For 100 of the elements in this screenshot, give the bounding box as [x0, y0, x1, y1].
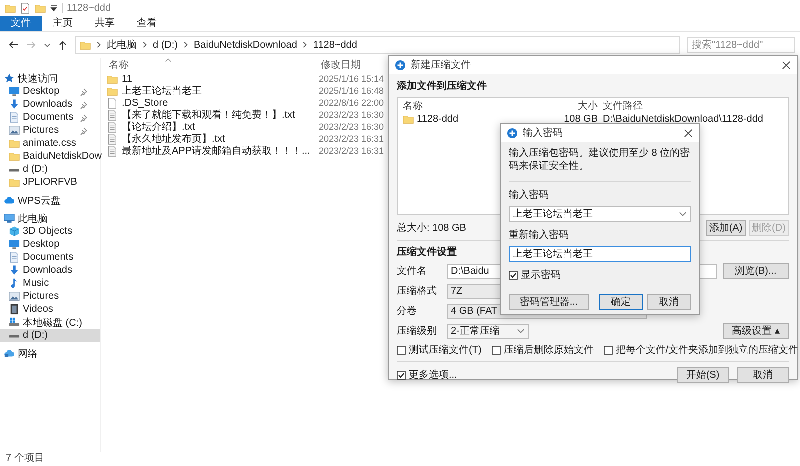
- password-dropdown[interactable]: 上老王论坛当老王: [509, 206, 691, 222]
- close-button[interactable]: [782, 60, 791, 70]
- checkbox[interactable]: [492, 346, 501, 354]
- sidebar-item[interactable]: animate.css: [0, 137, 100, 150]
- checkbox[interactable]: [509, 270, 518, 280]
- sidebar-item[interactable]: Desktop: [0, 238, 100, 251]
- breadcrumb-item[interactable]: 1128~ddd: [313, 40, 358, 50]
- dialog-title: 新建压缩文件: [411, 58, 472, 72]
- back-arrow-icon: [8, 40, 19, 50]
- column-header[interactable]: 修改日期: [321, 58, 361, 72]
- chevron-icon: [302, 41, 308, 49]
- folder-icon: [9, 177, 20, 188]
- sidebar-item[interactable]: d (D:): [0, 329, 100, 342]
- plus-circle-icon: [507, 128, 518, 138]
- checkbox-label[interactable]: 压缩后删除原始文件: [504, 343, 594, 357]
- window-title: 1128~ddd: [67, 2, 112, 14]
- file-name[interactable]: 【永久地址发布页】.txt: [122, 132, 226, 146]
- date-modified: 2023/2/23 16:30: [319, 122, 384, 132]
- sidebar-item[interactable]: Pictures: [0, 290, 100, 303]
- breadcrumb-item[interactable]: d (D:): [153, 40, 178, 50]
- password-field[interactable]: 上老王论坛当老王: [509, 246, 691, 262]
- action-button[interactable]: 高级设置 ▴: [723, 323, 789, 339]
- file-name[interactable]: .DS_Store: [122, 98, 168, 108]
- section-heading: 压缩文件设置: [397, 246, 457, 259]
- checkbox-label[interactable]: 显示密码: [521, 268, 561, 282]
- dialog-title: 输入密码: [523, 126, 564, 140]
- sidebar-item[interactable]: 3D Objects: [0, 225, 100, 238]
- checkbox[interactable]: [397, 370, 406, 380]
- date-modified: 2023/2/23 16:31: [319, 146, 384, 156]
- sidebar-item[interactable]: BaiduNetdiskDow: [0, 150, 100, 163]
- search-field[interactable]: 搜索"1128~ddd": [687, 37, 795, 53]
- forward-arrow-icon: [26, 40, 37, 50]
- breadcrumb-item[interactable]: BaiduNetdiskDownload: [194, 40, 298, 50]
- sidebar-item[interactable]: JPLIORFVB: [0, 176, 100, 189]
- sidebar-item[interactable]: WPS云盘: [0, 194, 100, 207]
- ribbon-tab[interactable]: 查看: [126, 16, 168, 31]
- sidebar-item[interactable]: Documents: [0, 251, 100, 264]
- file-name[interactable]: 【论坛介绍】.txt: [122, 120, 196, 134]
- date-modified: 2025/1/16 16:48: [319, 86, 384, 96]
- ribbon-tab[interactable]: 共享: [84, 16, 126, 31]
- sidebar-item[interactable]: Music: [0, 277, 100, 290]
- sidebar-item[interactable]: Pictures: [0, 124, 100, 137]
- sidebar-item[interactable]: 快速访问: [0, 72, 100, 85]
- dialog-button[interactable]: 开始(S): [677, 367, 729, 383]
- checkbox-label[interactable]: 把每个文件/文件夹添加到独立的压缩文件: [616, 343, 799, 357]
- dialog-button[interactable]: 取消: [737, 367, 789, 383]
- folder-icon: [107, 74, 118, 84]
- checkbox-label[interactable]: 测试压缩文件(T): [409, 343, 482, 357]
- field-label: 重新输入密码: [509, 228, 570, 242]
- sidebar-item[interactable]: 网络: [0, 347, 100, 360]
- sidebar-item[interactable]: Videos: [0, 303, 100, 316]
- network-icon: [4, 348, 15, 359]
- chevron-icon: [183, 41, 189, 49]
- ribbon-tab[interactable]: 主页: [42, 16, 84, 31]
- action-button[interactable]: 浏览(B)...: [723, 263, 789, 279]
- up-arrow-icon: [58, 40, 68, 50]
- date-modified: 2023/2/23 16:31: [319, 134, 384, 144]
- dialog-button[interactable]: 确定: [599, 294, 643, 310]
- column-header[interactable]: 名称: [403, 98, 548, 112]
- film-icon: [9, 304, 20, 315]
- sidebar-item[interactable]: d (D:): [0, 163, 100, 176]
- sidebar-item[interactable]: Documents: [0, 111, 100, 124]
- caret-icon: [44, 42, 51, 48]
- dialog-button[interactable]: 取消: [647, 294, 691, 310]
- column-header[interactable]: 文件路径: [603, 98, 783, 112]
- column-header[interactable]: 大小: [548, 98, 603, 112]
- sidebar-item[interactable]: 本地磁盘 (C:): [0, 316, 100, 329]
- dialog-button[interactable]: 密码管理器...: [509, 294, 589, 310]
- sidebar-item[interactable]: Downloads: [0, 98, 100, 111]
- sidebar-item[interactable]: 此电脑: [0, 212, 100, 225]
- file-name[interactable]: 【来了就能下载和观看！纯免费！】.txt: [122, 108, 296, 122]
- breadcrumb-item[interactable]: 此电脑: [107, 38, 137, 52]
- checkbox[interactable]: [604, 346, 613, 354]
- ribbon-tab[interactable]: 文件: [0, 16, 42, 31]
- address-bar[interactable]: 此电脑 d (D:) BaiduNetdiskDownload 1128~ddd: [75, 36, 680, 54]
- document-icon: [9, 112, 20, 123]
- sidebar-item[interactable]: Desktop: [0, 85, 100, 98]
- text-file-icon: [107, 134, 118, 144]
- text-file-icon: [107, 122, 118, 132]
- date-modified: 2023/2/23 16:30: [319, 110, 384, 120]
- column-header[interactable]: 名称: [109, 58, 129, 72]
- dropdown[interactable]: 2-正常压缩: [447, 324, 529, 338]
- date-modified: 2025/1/16 15:14: [319, 74, 384, 84]
- cloud-icon: [4, 195, 15, 206]
- cube-icon: [9, 226, 20, 237]
- picture-icon: [9, 291, 20, 302]
- checkbox-label[interactable]: 更多选项...: [409, 368, 458, 382]
- drive-icon: [9, 317, 20, 328]
- section-heading: 添加文件到压缩文件: [397, 80, 487, 93]
- file-name[interactable]: 最新地址及APP请发邮箱自动获取！！！...: [122, 144, 310, 158]
- file-name[interactable]: 上老王论坛当老王: [122, 84, 202, 98]
- close-icon: [684, 128, 693, 138]
- checkbox[interactable]: [397, 346, 406, 354]
- close-button[interactable]: [684, 128, 693, 138]
- sidebar-item[interactable]: Downloads: [0, 264, 100, 277]
- file-name[interactable]: 11: [122, 74, 132, 84]
- list-button[interactable]: 添加(A): [706, 220, 746, 236]
- file-name[interactable]: 1128-ddd: [417, 114, 459, 125]
- field-label: 文件名: [397, 264, 428, 278]
- star-icon: [4, 73, 15, 84]
